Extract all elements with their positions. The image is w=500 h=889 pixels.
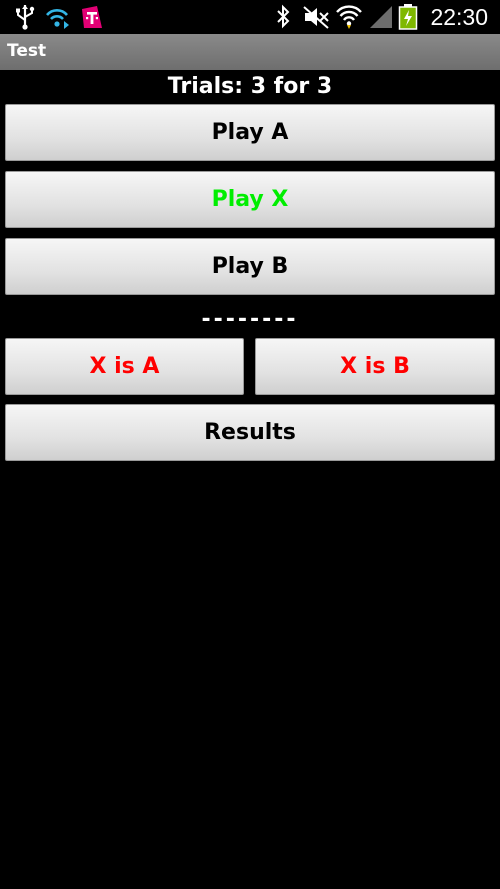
status-bar: 22:30	[0, 0, 500, 34]
x-is-b-button[interactable]: X is B	[255, 338, 495, 395]
app-title: Test	[7, 41, 47, 61]
tmobile-icon	[82, 6, 102, 28]
separator-text: --------	[201, 307, 299, 332]
play-b-button[interactable]: Play B	[5, 238, 495, 295]
results-button[interactable]: Results	[5, 404, 495, 461]
play-a-button[interactable]: Play A	[5, 104, 495, 161]
trials-counter: Trials: 3 for 3	[167, 74, 333, 99]
usb-icon	[16, 5, 35, 30]
play-x-button[interactable]: Play X	[5, 171, 495, 228]
wifi-icon	[336, 5, 362, 29]
wifi-sync-icon	[46, 9, 69, 29]
status-clock: 22:30	[430, 4, 488, 30]
battery-charging-icon	[398, 4, 418, 30]
signal-icon	[370, 6, 392, 28]
title-bar: Test	[0, 34, 500, 70]
x-is-a-button[interactable]: X is A	[5, 338, 244, 395]
bluetooth-icon	[277, 4, 290, 29]
mute-icon	[303, 6, 329, 29]
